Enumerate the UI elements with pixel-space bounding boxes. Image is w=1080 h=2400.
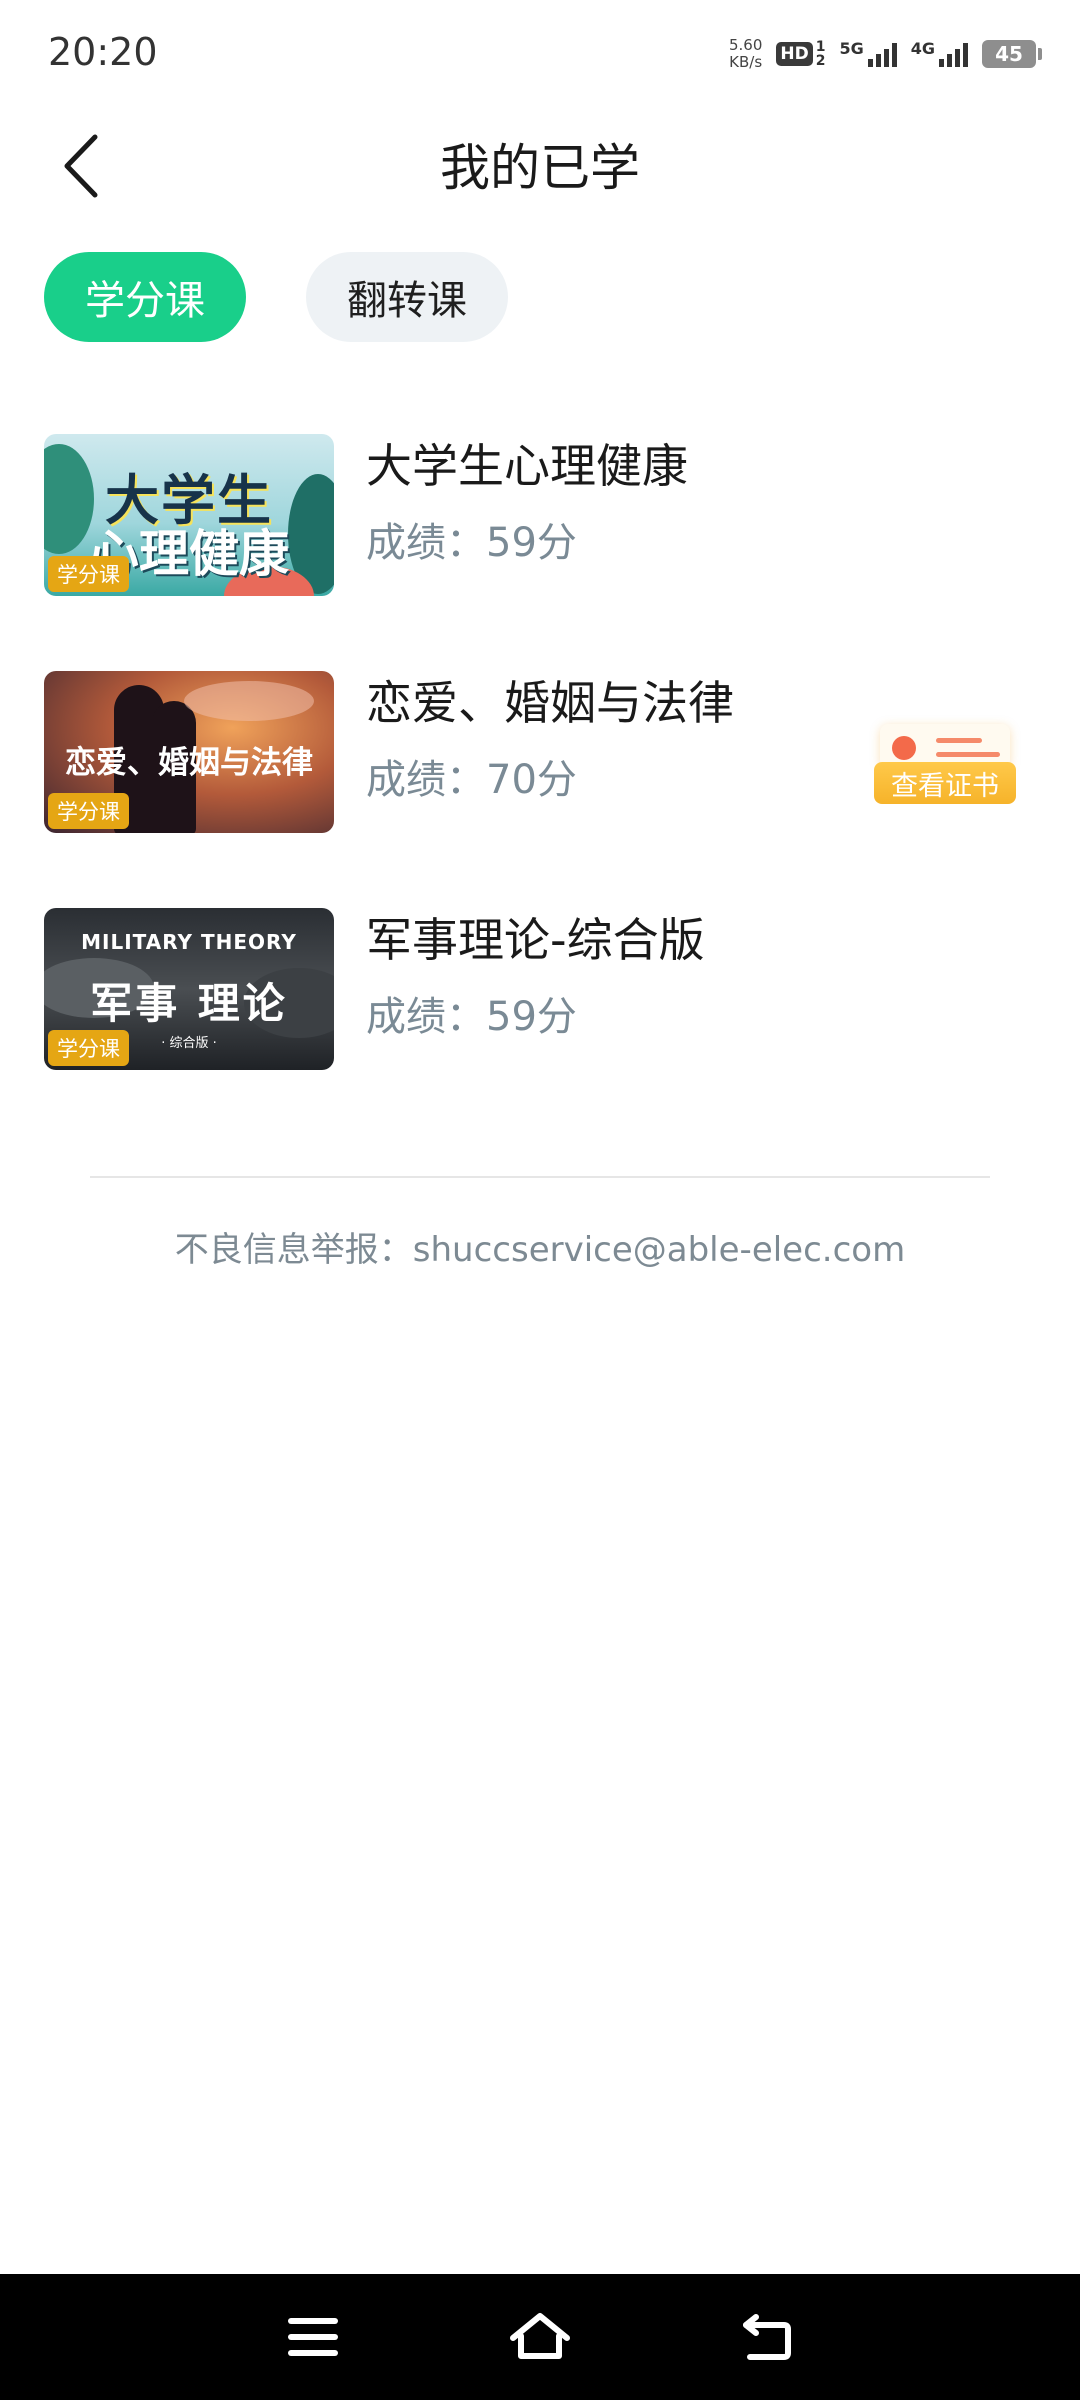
course-info: 大学生心理健康 成绩：59分: [366, 434, 688, 568]
signal-5g-icon: 5G: [839, 39, 897, 67]
tab-credit-course[interactable]: 学分课: [44, 252, 246, 342]
thumbnail-title: 恋爱、婚姻与法律: [65, 745, 313, 781]
menu-button[interactable]: [273, 2297, 353, 2377]
back-nav-button[interactable]: [727, 2297, 807, 2377]
thumbnail-title: 军事 理论: [90, 979, 288, 1028]
back-arrow-icon: [742, 2314, 791, 2360]
course-score: 成绩：59分: [366, 520, 577, 566]
signal-4g-icon: 4G: [911, 41, 968, 67]
course-info: 恋爱、婚姻与法律 成绩：70分: [366, 671, 734, 805]
course-thumbnail: 恋爱、婚姻与法律 学分课: [44, 671, 334, 833]
course-item-psychology[interactable]: 大学生 心理健康 学分课 大学生心理健康 成绩：59分: [44, 434, 1044, 596]
network-speed-value: 5.60: [728, 36, 763, 54]
course-thumbnail: 大学生 心理健康 学分课: [44, 434, 334, 596]
course-type-badge: 学分课: [48, 556, 129, 592]
report-contact: 不良信息举报：shuccservice@able-elec.com: [174, 1230, 906, 1270]
signal-4g-label: 4G: [910, 39, 935, 58]
course-name: 大学生心理健康: [366, 439, 688, 493]
course-info: 军事理论-综合版 成绩：59分: [366, 908, 705, 1042]
tab-bar: 学分课 翻转课: [44, 252, 508, 342]
signal-4g-bars: [939, 41, 968, 67]
course-item-military-theory[interactable]: MILITARY THEORY 军事 理论 · 综合版 · 学分课 军事理论-综…: [44, 908, 1044, 1070]
view-certificate-button[interactable]: 查看证书: [874, 722, 1016, 814]
hd-sim-top: 1: [815, 39, 826, 55]
view-certificate-label: 查看证书: [874, 762, 1016, 804]
system-nav-bar: [0, 2274, 1080, 2400]
hd-sim-bottom: 2: [815, 53, 826, 69]
network-speed-unit: KB/s: [729, 53, 763, 71]
hd-badge: HD: [776, 42, 813, 66]
hd-voice-icon: HD 1 2: [776, 40, 825, 68]
signal-5g-label: 5G: [839, 39, 864, 58]
course-thumbnail: MILITARY THEORY 军事 理论 · 综合版 · 学分课: [44, 908, 334, 1070]
course-name: 军事理论-综合版: [366, 913, 705, 967]
signal-5g-bars: [867, 41, 897, 67]
course-score: 成绩：70分: [366, 757, 577, 803]
course-type-badge: 学分课: [48, 1030, 129, 1066]
course-score: 成绩：59分: [366, 994, 577, 1040]
course-name: 恋爱、婚姻与法律: [366, 676, 734, 730]
screen: 20:20 5.60 KB/s HD 1 2 5G 4G 45 我的已学 学分课…: [0, 0, 1080, 2400]
hd-sim-indicator: 1 2: [816, 40, 826, 68]
course-type-badge: 学分课: [48, 793, 129, 829]
status-icons: 5.60 KB/s HD 1 2 5G 4G 45: [729, 34, 1042, 74]
network-speed: 5.60 KB/s: [729, 37, 762, 71]
status-time: 20:20: [48, 30, 158, 74]
battery-icon: 45: [982, 40, 1042, 68]
menu-icon: [288, 2318, 339, 2356]
header: 我的已学: [0, 110, 1080, 220]
status-bar: 20:20 5.60 KB/s HD 1 2 5G 4G 45: [0, 0, 1080, 100]
tab-flipped-course[interactable]: 翻转课: [306, 252, 508, 342]
divider: [90, 1176, 990, 1178]
page-title: 我的已学: [440, 139, 640, 197]
home-button[interactable]: [500, 2297, 580, 2377]
thumbnail-tagline: MILITARY THEORY: [81, 930, 297, 954]
home-icon: [509, 2313, 570, 2359]
battery-level: 45: [995, 42, 1023, 66]
